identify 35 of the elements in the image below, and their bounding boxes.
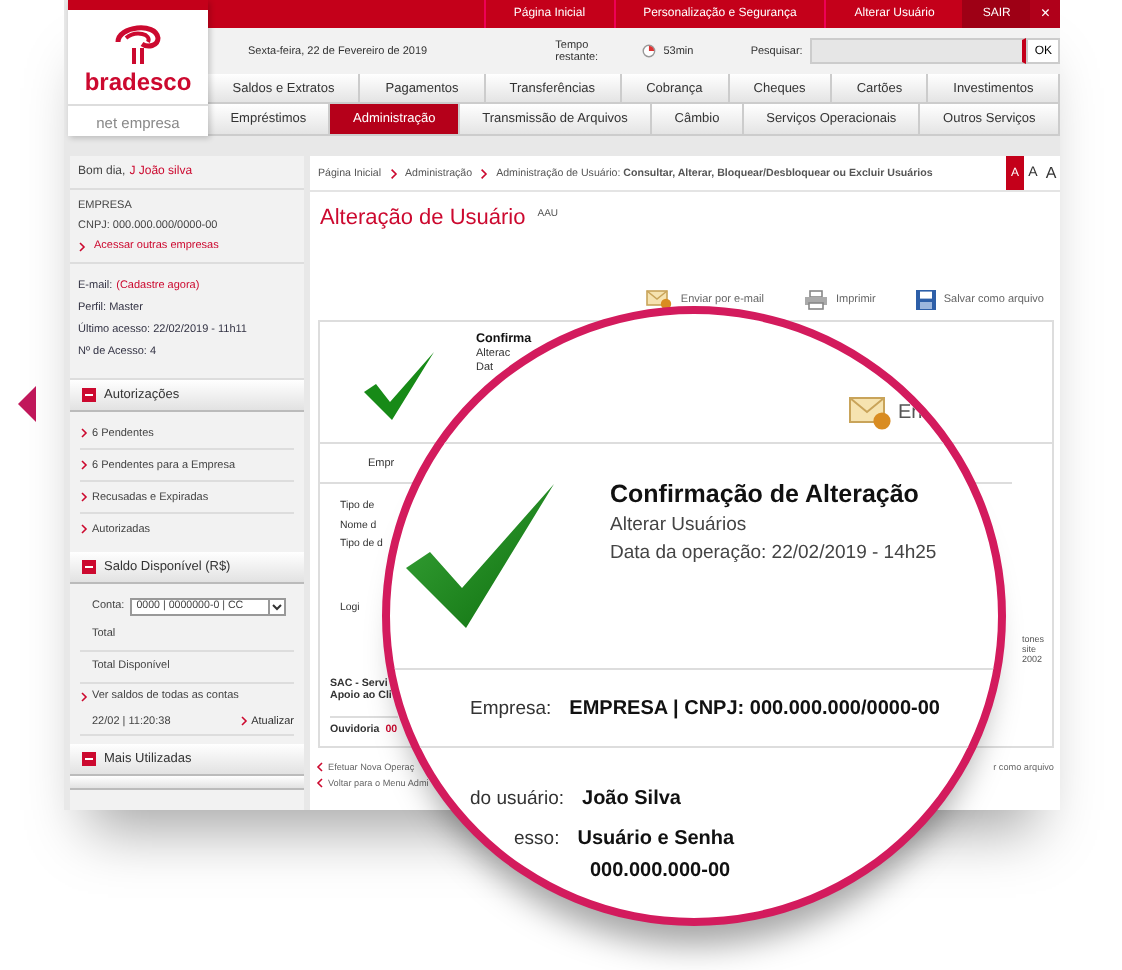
close-button[interactable]: × [1030, 0, 1060, 28]
caret-icon [268, 599, 285, 613]
confirmation-heading: Confirmação de Alteração [610, 480, 919, 508]
chevron-icon [80, 428, 88, 438]
checkmark-icon [406, 484, 558, 628]
search-field[interactable] [810, 38, 1027, 64]
clock-icon [641, 44, 656, 58]
field-value: 000.000.000-00 [590, 860, 731, 882]
operation-date: Data da operação: 22/02/2019 - 14h25 [610, 542, 937, 564]
field-label: do usuário: [470, 788, 565, 810]
section-header[interactable] [70, 776, 304, 790]
field-value: João Silva [582, 788, 681, 810]
collapse-icon [82, 388, 96, 402]
chevron-icon [80, 524, 88, 534]
company-label: Empresa: [470, 697, 552, 719]
collapse-icon [82, 560, 96, 574]
printer-icon [804, 290, 828, 310]
company-value: EMPRESA | CNPJ: 000.000.000/0000-00 [569, 697, 940, 719]
operation-name: Alterar Usuários [610, 514, 747, 536]
field-value: Usuário e Senha [577, 828, 735, 850]
chevron-icon [80, 492, 88, 502]
chevron-icon [480, 167, 489, 179]
envelope-icon [646, 290, 673, 310]
logo-icon [112, 22, 164, 66]
page-title: Alteração de Usuário [320, 206, 526, 230]
chevron-icon [80, 460, 88, 470]
triangle-icon [18, 386, 36, 422]
envelope-icon [848, 396, 892, 430]
checkmark-icon [364, 352, 436, 420]
collapse-icon [82, 752, 96, 766]
chevron-icon [80, 691, 88, 701]
chevron-icon [78, 241, 86, 251]
field-label: esso: [514, 828, 560, 850]
chevron-icon [389, 167, 398, 179]
chevron-icon [239, 716, 248, 726]
